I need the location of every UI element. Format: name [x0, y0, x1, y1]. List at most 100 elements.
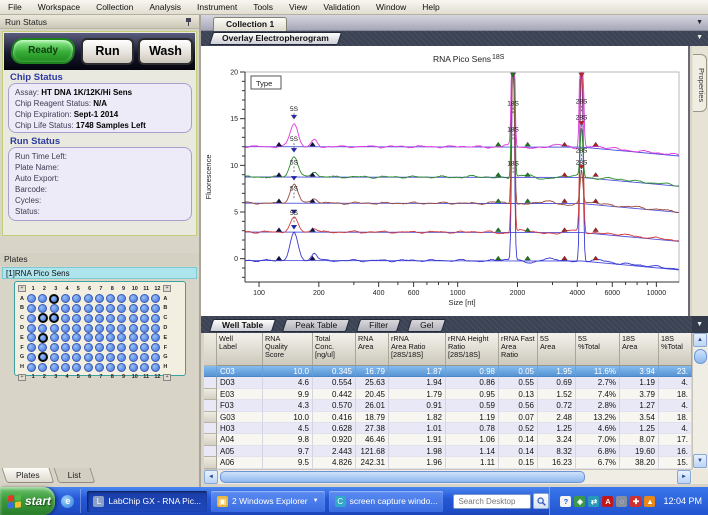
well-E8[interactable] [106, 333, 115, 342]
run-button[interactable]: Run [81, 38, 134, 65]
well-E7[interactable] [95, 333, 104, 342]
well-C10[interactable] [129, 314, 138, 323]
well-F6[interactable] [84, 343, 93, 352]
table-row[interactable]: A049.80.92046.461.911.060.143.247.0%8.07… [204, 434, 692, 445]
column-header[interactable]: rRNA Height Ratio [28S/18S] [446, 333, 499, 366]
well-C5[interactable] [72, 314, 81, 323]
well-B5[interactable] [72, 304, 81, 313]
well-D2[interactable] [38, 324, 47, 333]
menu-file[interactable]: File [0, 1, 30, 13]
table-row[interactable]: G0310.00.41618.791.821.190.072.4813.2%3.… [204, 412, 692, 423]
sync-arrows-icon[interactable]: ⇄ [588, 496, 599, 507]
chevron-down-icon[interactable]: ▼ [696, 19, 703, 26]
tab-gel[interactable]: Gel [409, 319, 444, 332]
well-D9[interactable] [117, 324, 126, 333]
tab-collection-1[interactable]: Collection 1 [213, 17, 287, 31]
well-table[interactable]: Well LabelRNA Quality ScoreTotal Conc. [… [204, 333, 692, 469]
well-H7[interactable] [95, 363, 104, 372]
well-B12[interactable] [151, 304, 160, 313]
well-F8[interactable] [106, 343, 115, 352]
well-E3[interactable] [50, 333, 59, 342]
well-G1[interactable] [27, 353, 36, 362]
well-G6[interactable] [84, 353, 93, 362]
well-E10[interactable] [129, 333, 138, 342]
well-D7[interactable] [95, 324, 104, 333]
well-F9[interactable] [117, 343, 126, 352]
well-E4[interactable] [61, 333, 70, 342]
well-G2[interactable] [38, 352, 48, 362]
column-header[interactable]: rRNA Area Ratio [28S/18S] [389, 333, 446, 366]
table-row[interactable]: D034.60.55425.631.940.860.550.692.7%1.19… [204, 377, 692, 388]
tab-properties[interactable]: Properties [693, 54, 707, 112]
column-header[interactable]: Total Conc. [ng/ul] [313, 333, 356, 366]
well-C6[interactable] [84, 314, 93, 323]
well-C9[interactable] [117, 314, 126, 323]
scroll-right-icon[interactable]: ► [677, 470, 691, 484]
well-G3[interactable] [50, 353, 59, 362]
search-icon[interactable] [533, 493, 549, 509]
well-E12[interactable] [151, 333, 160, 342]
magnifier-icon[interactable]: ◌ [616, 496, 627, 507]
table-row[interactable]: H034.50.62827.381.010.780.521.254.6%1.25… [204, 423, 692, 434]
scroll-left-icon[interactable]: ◄ [204, 470, 218, 484]
column-header[interactable]: RNA Area [356, 333, 389, 366]
well-G11[interactable] [140, 353, 149, 362]
scroll-down-icon[interactable]: ▼ [693, 454, 707, 468]
well-D12[interactable] [151, 324, 160, 333]
question-mark-icon[interactable]: ? [560, 496, 571, 507]
well-G8[interactable] [106, 353, 115, 362]
well-D6[interactable] [84, 324, 93, 333]
well-A11[interactable] [140, 294, 149, 303]
well-A8[interactable] [106, 294, 115, 303]
well-A1[interactable] [27, 294, 36, 303]
well-E9[interactable] [117, 333, 126, 342]
column-header[interactable]: 18S %Total [659, 333, 692, 366]
well-E6[interactable] [84, 333, 93, 342]
tab-filter[interactable]: Filter [358, 319, 399, 332]
well-H10[interactable] [129, 363, 138, 372]
table-vertical-scrollbar[interactable]: ▲ ▼ [692, 333, 708, 469]
horizontal-scroll-thumb[interactable] [220, 471, 585, 483]
well-H6[interactable] [84, 363, 93, 372]
column-header[interactable]: 18S Area [620, 333, 659, 366]
well-F7[interactable] [95, 343, 104, 352]
table-row[interactable]: A069.54.826242.311.961.110.1516.236.7%38… [204, 457, 692, 468]
well-E2[interactable] [38, 333, 48, 343]
taskbar-button[interactable]: LLabChip GX - RNA Pic... [87, 491, 207, 512]
plate-corner-icon[interactable]: + [18, 374, 26, 381]
well-C2[interactable] [38, 313, 48, 323]
well-G4[interactable] [61, 353, 70, 362]
well-B6[interactable] [84, 304, 93, 313]
well-D11[interactable] [140, 324, 149, 333]
well-H2[interactable] [38, 363, 47, 372]
electropherogram-chart[interactable]: 5S5S5S5S5S18S18S18S28S28S28S28S051015201… [201, 46, 688, 316]
well-F1[interactable] [27, 343, 36, 352]
well-H8[interactable] [106, 363, 115, 372]
start-button[interactable]: start [0, 487, 55, 515]
plate-corner-icon[interactable]: + [18, 285, 26, 292]
well-G9[interactable] [117, 353, 126, 362]
tab-overlay-electropherogram[interactable]: Overlay Electropherogram [211, 32, 340, 45]
well-F2[interactable] [38, 343, 47, 352]
alert-flag-icon[interactable]: ▲ [644, 496, 655, 507]
well-C8[interactable] [106, 314, 115, 323]
well-H11[interactable] [140, 363, 149, 372]
well-G10[interactable] [129, 353, 138, 362]
chevron-down-icon[interactable]: ▼ [313, 498, 319, 504]
well-A3[interactable] [49, 294, 59, 304]
plate-corner-icon[interactable]: + [163, 374, 171, 381]
table-row[interactable]: C0310.00.34516.791.870.980.051.9511.6%3.… [204, 366, 692, 377]
well-B7[interactable] [95, 304, 104, 313]
well-C1[interactable] [27, 314, 36, 323]
well-H3[interactable] [50, 363, 59, 372]
well-D1[interactable] [27, 324, 36, 333]
well-D10[interactable] [129, 324, 138, 333]
wash-button[interactable]: Wash [138, 38, 193, 65]
taskbar-button[interactable]: ▣2 Windows Explorer▼ [211, 491, 325, 512]
well-C11[interactable] [140, 314, 149, 323]
menu-analysis[interactable]: Analysis [141, 1, 189, 13]
well-E11[interactable] [140, 333, 149, 342]
well-C3[interactable] [49, 313, 59, 323]
tab-well-table[interactable]: Well Table [211, 319, 274, 332]
well-D4[interactable] [61, 324, 70, 333]
